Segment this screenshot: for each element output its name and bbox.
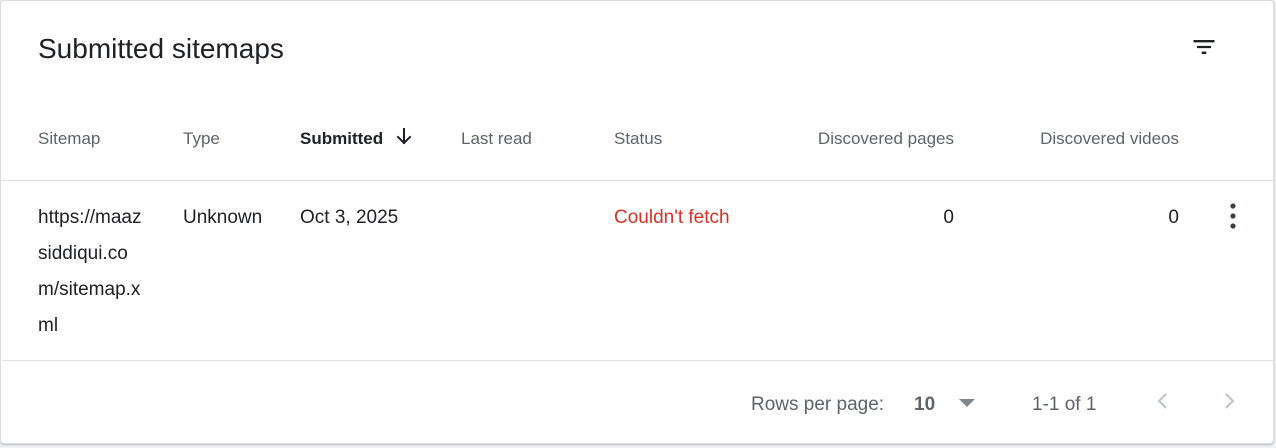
next-page-button[interactable] (1213, 385, 1245, 417)
rows-per-page-value: 10 (914, 394, 936, 415)
column-header-submitted[interactable]: Submitted (300, 128, 383, 150)
column-header-type[interactable]: Type (183, 128, 220, 150)
sitemap-url-cell[interactable]: https://maazsiddiqui.com/sitemap.xml (38, 200, 146, 344)
previous-page-button[interactable] (1147, 385, 1179, 417)
discovered-videos-cell: 0 (1168, 207, 1179, 228)
column-header-discovered-videos[interactable]: Discovered videos (1011, 128, 1179, 150)
column-header-discovered-pages[interactable]: Discovered pages (791, 128, 954, 150)
chevron-left-icon (1157, 393, 1167, 409)
row-actions-button[interactable] (1217, 200, 1249, 232)
filter-list-icon (1193, 40, 1215, 54)
rows-per-page-label: Rows per page: (751, 394, 885, 415)
rows-per-page-select[interactable]: 10 (907, 389, 987, 421)
footer-divider (2, 360, 1274, 361)
type-cell: Unknown (183, 207, 263, 228)
status-cell: Couldn't fetch (614, 207, 730, 228)
more-vert-icon (1230, 203, 1236, 229)
pagination-range: 1-1 of 1 (1032, 394, 1097, 415)
column-header-sitemap[interactable]: Sitemap (38, 128, 100, 150)
submitted-sitemaps-card: Submitted sitemaps Sitemap Type Submitte… (0, 0, 1274, 444)
submitted-cell: Oct 3, 2025 (300, 207, 399, 228)
filter-button[interactable] (1184, 27, 1224, 67)
column-header-status[interactable]: Status (614, 128, 662, 150)
dropdown-arrow-icon (959, 399, 975, 407)
discovered-pages-cell: 0 (943, 207, 954, 228)
header-divider (2, 180, 1274, 181)
chevron-right-icon (1225, 393, 1235, 409)
column-header-last-read[interactable]: Last read (461, 128, 532, 150)
card-title: Submitted sitemaps (38, 33, 284, 64)
arrow-down-icon[interactable] (395, 127, 413, 147)
